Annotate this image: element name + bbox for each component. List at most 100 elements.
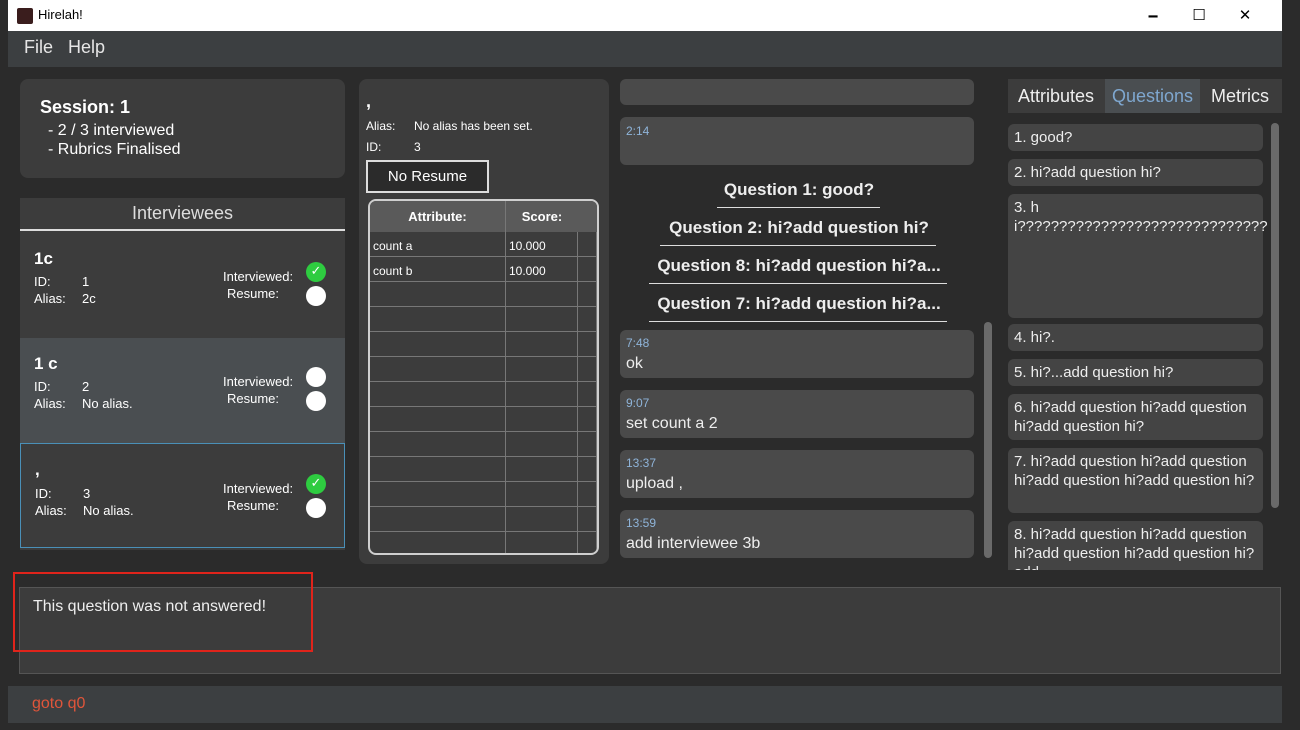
alias-value: 2c bbox=[82, 291, 96, 306]
table-grid-cell bbox=[506, 482, 578, 507]
transcript-bubble[interactable]: 2:14 bbox=[620, 117, 974, 165]
table-grid-cell bbox=[578, 432, 597, 457]
resume-empty-icon bbox=[306, 498, 326, 518]
transcript-bubble[interactable]: 13:37 upload , bbox=[620, 450, 974, 498]
id-value: 2 bbox=[82, 379, 90, 394]
menu-bar: File Help bbox=[8, 31, 1282, 67]
question-item[interactable]: 5. hi?...add question hi? bbox=[1008, 359, 1263, 386]
score-table: Attribute: Score: count a 10.000 count b… bbox=[368, 199, 599, 555]
app-icon bbox=[17, 8, 33, 24]
session-interviewed: - 2 / 3 interviewed bbox=[48, 122, 175, 139]
table-grid-cell bbox=[506, 282, 578, 307]
table-grid-cell bbox=[578, 457, 597, 482]
interviewed-label: Interviewed: bbox=[223, 374, 294, 389]
table-grid-cell bbox=[578, 307, 597, 332]
detail-alias-value: No alias has been set. bbox=[414, 119, 533, 133]
question-item[interactable]: 6. hi?add question hi?add question hi?ad… bbox=[1008, 394, 1263, 440]
transcript-time: 9:07 bbox=[626, 396, 650, 410]
session-panel: Session: 1 - 2 / 3 interviewed - Rubrics… bbox=[20, 79, 345, 178]
id-label: ID: bbox=[34, 274, 51, 289]
question-item[interactable]: 8. hi?add question hi?add question hi?ad… bbox=[1008, 521, 1263, 570]
table-grid-cell bbox=[506, 307, 578, 332]
interviewee-row-selected[interactable]: , ID: 3 Alias: No alias. Interviewed: Re… bbox=[20, 443, 345, 548]
transcript-time: 13:37 bbox=[626, 456, 657, 470]
table-cell: 10.000 bbox=[509, 264, 546, 278]
table-cell: 10.000 bbox=[509, 239, 546, 253]
question-item[interactable]: 3. hi???????????????????????????????????… bbox=[1008, 194, 1268, 318]
resume-label: Resume: bbox=[227, 391, 280, 406]
table-grid-cell bbox=[370, 332, 506, 357]
header-divider bbox=[20, 229, 345, 231]
table-cell: count b bbox=[373, 264, 413, 278]
question-title: Question 8: hi?add question hi?a... bbox=[657, 256, 941, 275]
transcript-time: 13:59 bbox=[626, 516, 657, 530]
table-grid-cell bbox=[370, 382, 506, 407]
table-grid-cell bbox=[506, 432, 578, 457]
alias-label: Alias: bbox=[34, 396, 66, 411]
interviewed-empty-icon bbox=[306, 367, 326, 387]
interviewee-row[interactable]: 1c ID: 1 Alias: 2c Interviewed: Resume: … bbox=[20, 233, 345, 338]
interviewed-check-icon: ✓ bbox=[306, 262, 326, 282]
table-grid-cell bbox=[370, 482, 506, 507]
id-value: 3 bbox=[83, 486, 91, 501]
id-value: 1 bbox=[82, 274, 90, 289]
transcript-bubble[interactable]: 13:59 add interviewee 3b bbox=[620, 510, 974, 558]
table-grid-cell bbox=[370, 282, 506, 307]
command-box[interactable]: goto q0 bbox=[8, 686, 1282, 723]
question-item[interactable]: 4. hi?. bbox=[1008, 324, 1263, 351]
transcript-bubble[interactable]: 9:07 set count a 2 bbox=[620, 390, 974, 438]
session-title: Session: 1 bbox=[40, 97, 131, 117]
title-bar: Hirelah! 🗕 ☐ ✕ bbox=[8, 0, 1282, 31]
menu-help[interactable]: Help bbox=[68, 37, 105, 58]
interviewees-header: Interviewees bbox=[131, 203, 234, 223]
table-grid-cell bbox=[370, 457, 506, 482]
transcript-time: 7:48 bbox=[626, 336, 650, 350]
highlight-box bbox=[13, 572, 313, 652]
table-grid-cell bbox=[370, 407, 506, 432]
transcript-message: upload , bbox=[626, 475, 683, 492]
table-grid-cell bbox=[370, 357, 506, 382]
question-list: 1. good? 2. hi?add question hi? 3. hi???… bbox=[1008, 120, 1268, 570]
transcript-scrollbar[interactable] bbox=[984, 322, 992, 558]
alias-label: Alias: bbox=[34, 291, 66, 306]
question-title: Question 7: hi?add question hi?a... bbox=[657, 294, 941, 313]
interviewees-panel: Interviewees 1c ID: 1 Alias: 2c Intervie… bbox=[20, 198, 345, 550]
table-grid-cell bbox=[578, 282, 597, 307]
question-list-scrollbar[interactable] bbox=[1271, 123, 1279, 508]
close-button[interactable]: ✕ bbox=[1222, 0, 1268, 31]
interviewed-check-icon: ✓ bbox=[306, 474, 326, 494]
transcript-message: set count a 2 bbox=[626, 415, 718, 432]
question-item[interactable]: 2. hi?add question hi? bbox=[1008, 159, 1263, 186]
table-grid-cell bbox=[506, 507, 578, 532]
tab-attributes[interactable]: Attributes bbox=[1008, 79, 1104, 113]
maximize-button[interactable]: ☐ bbox=[1176, 0, 1222, 31]
interviewed-label: Interviewed: bbox=[223, 481, 294, 496]
minimize-button[interactable]: 🗕 bbox=[1130, 0, 1176, 31]
tab-metrics[interactable]: Metrics bbox=[1201, 79, 1279, 113]
table-grid-cell bbox=[506, 382, 578, 407]
detail-name: , bbox=[366, 91, 372, 111]
interviewee-name: 1c bbox=[34, 249, 53, 268]
score-header: Score: bbox=[506, 201, 578, 232]
question-title: Question 1: good? bbox=[723, 180, 875, 199]
session-rubrics: - Rubrics Finalised bbox=[48, 141, 181, 158]
question-item[interactable]: 7. hi?add question hi?add question hi?ad… bbox=[1008, 448, 1263, 513]
table-grid-cell bbox=[506, 357, 578, 382]
command-input[interactable]: goto q0 bbox=[32, 695, 85, 713]
table-grid-cell bbox=[506, 407, 578, 432]
transcript-message: add interviewee 3b bbox=[626, 535, 761, 552]
transcript-bubble[interactable]: 7:48 ok bbox=[620, 330, 974, 378]
menu-file[interactable]: File bbox=[24, 37, 53, 58]
detail-id-label: ID: bbox=[366, 140, 382, 154]
alias-value: No alias. bbox=[83, 503, 134, 518]
table-grid-cell bbox=[578, 407, 597, 432]
transcript-bubble-partial[interactable] bbox=[620, 79, 974, 105]
tab-questions[interactable]: Questions bbox=[1105, 79, 1200, 113]
question-item[interactable]: 1. good? bbox=[1008, 124, 1263, 151]
attribute-header: Attribute: bbox=[370, 201, 506, 232]
interviewee-row[interactable]: 1 c ID: 2 Alias: No alias. Interviewed: … bbox=[20, 338, 345, 443]
no-resume-button[interactable]: No Resume bbox=[366, 160, 489, 193]
table-grid-cell bbox=[370, 432, 506, 457]
table-grid-cell bbox=[578, 357, 597, 382]
transcript-message: ok bbox=[626, 355, 643, 372]
